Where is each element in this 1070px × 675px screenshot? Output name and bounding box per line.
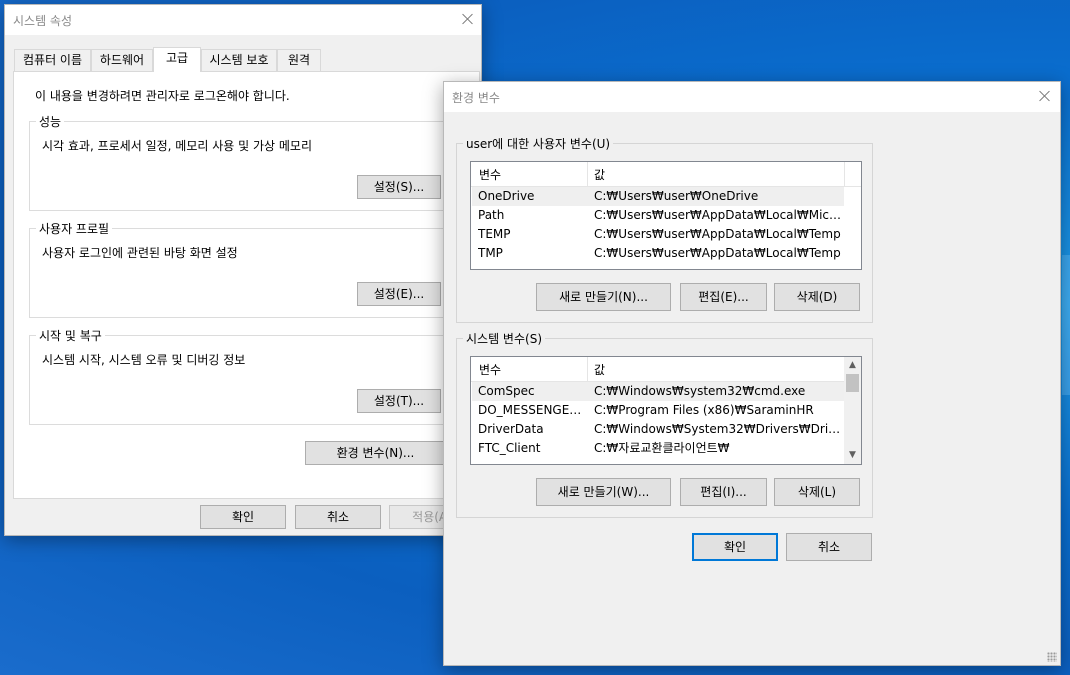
list-item[interactable]: DO_MESSENGER_... C:₩Program Files (x86)₩… xyxy=(472,401,844,420)
list-item[interactable]: DriverData C:₩Windows₩System32₩Drivers₩D… xyxy=(472,420,844,439)
startup-recovery-desc: 시스템 시작, 시스템 오류 및 디버깅 정보 xyxy=(42,353,246,367)
close-icon[interactable] xyxy=(1032,84,1058,110)
titlebar: 시스템 속성 xyxy=(5,5,481,35)
variable-name: Path xyxy=(478,208,505,222)
variable-name: DriverData xyxy=(478,422,544,436)
tab-system-protection[interactable]: 시스템 보호 xyxy=(201,49,277,71)
resize-grip-icon[interactable] xyxy=(1047,652,1057,662)
titlebar: 환경 변수 xyxy=(444,82,1060,112)
user-delete-button[interactable]: 삭제(D) xyxy=(774,283,860,311)
user-profiles-label: 사용자 프로필 xyxy=(36,220,113,237)
window-title: 환경 변수 xyxy=(452,91,500,105)
performance-desc: 시각 효과, 프로세서 일정, 메모리 사용 및 가상 메모리 xyxy=(42,139,312,153)
system-variables-group: 시스템 변수(S) 변수 값 ComSpec C:₩Windows₩system… xyxy=(456,330,873,518)
vertical-scrollbar[interactable]: ▲ ▼ xyxy=(844,357,861,464)
variable-value: C:₩Windows₩System32₩Drivers₩DriverData xyxy=(594,422,844,436)
tab-computer-name[interactable]: 컴퓨터 이름 xyxy=(14,49,91,71)
variable-name: TMP xyxy=(478,246,503,260)
list-item[interactable]: TEMP C:₩Users₩user₩AppData₩Local₩Temp xyxy=(472,225,844,244)
column-header-value[interactable]: 값 xyxy=(594,361,605,378)
cancel-button[interactable]: 취소 xyxy=(786,533,872,561)
column-header-value[interactable]: 값 xyxy=(594,166,605,183)
close-icon[interactable] xyxy=(455,7,481,33)
variable-name: DO_MESSENGER_... xyxy=(478,403,586,417)
list-item[interactable]: TMP C:₩Users₩user₩AppData₩Local₩Temp xyxy=(472,244,844,263)
system-properties-window: 시스템 속성 컴퓨터 이름 하드웨어 고급 시스템 보호 원격 이 내용을 변경… xyxy=(4,4,482,536)
user-edit-button[interactable]: 편집(E)... xyxy=(680,283,767,311)
ok-button[interactable]: 확인 xyxy=(692,533,778,561)
system-new-button[interactable]: 새로 만들기(W)... xyxy=(536,478,671,506)
tab-hardware[interactable]: 하드웨어 xyxy=(91,49,153,71)
variable-value: C:₩Program Files (x86)₩SaraminHR xyxy=(594,403,814,417)
list-item[interactable]: Path C:₩Users₩user₩AppData₩Local₩Microso… xyxy=(472,206,844,225)
list-item[interactable]: OneDrive C:₩Users₩user₩OneDrive xyxy=(472,187,844,206)
system-variables-list[interactable]: 변수 값 ComSpec C:₩Windows₩system32₩cmd.exe… xyxy=(470,356,862,465)
startup-recovery-label: 시작 및 복구 xyxy=(36,327,105,344)
system-delete-button[interactable]: 삭제(L) xyxy=(774,478,860,506)
environment-variables-window: 환경 변수 user에 대한 사용자 변수(U) 변수 값 OneDrive C… xyxy=(443,81,1061,666)
variable-value: C:₩Users₩user₩OneDrive xyxy=(594,189,759,203)
variable-name: ComSpec xyxy=(478,384,535,398)
user-variables-list[interactable]: 변수 값 OneDrive C:₩Users₩user₩OneDrive Pat… xyxy=(470,161,862,270)
performance-label: 성능 xyxy=(36,113,65,130)
tab-advanced[interactable]: 고급 xyxy=(153,47,201,72)
startup-recovery-group: 시작 및 복구 시스템 시작, 시스템 오류 및 디버깅 정보 설정(T)... xyxy=(29,327,455,425)
user-variables-label: user에 대한 사용자 변수(U) xyxy=(463,135,614,152)
tab-remote[interactable]: 원격 xyxy=(277,49,321,71)
performance-group: 성능 시각 효과, 프로세서 일정, 메모리 사용 및 가상 메모리 설정(S)… xyxy=(29,113,455,211)
window-title: 시스템 속성 xyxy=(13,14,73,28)
user-variables-group: user에 대한 사용자 변수(U) 변수 값 OneDrive C:₩User… xyxy=(456,135,873,323)
variable-name: OneDrive xyxy=(478,189,535,203)
list-header: 변수 값 xyxy=(471,357,861,382)
variable-value: C:₩Users₩user₩AppData₩Local₩Microsoft... xyxy=(594,208,844,222)
cancel-button[interactable]: 취소 xyxy=(295,505,381,529)
variable-value: C:₩자료교환클라이언트₩ xyxy=(594,441,730,455)
admin-note: 이 내용을 변경하려면 관리자로 로그온해야 합니다. xyxy=(35,89,290,103)
user-profiles-settings-button[interactable]: 설정(E)... xyxy=(357,282,441,306)
user-profiles-group: 사용자 프로필 사용자 로그인에 관련된 바탕 화면 설정 설정(E)... xyxy=(29,220,455,318)
variable-value: C:₩Users₩user₩AppData₩Local₩Temp xyxy=(594,246,841,260)
variable-name: TEMP xyxy=(478,227,511,241)
column-divider[interactable] xyxy=(587,357,588,381)
column-divider[interactable] xyxy=(587,162,588,186)
column-header-variable[interactable]: 변수 xyxy=(479,166,501,183)
scroll-up-arrow-icon[interactable]: ▲ xyxy=(844,357,861,374)
variable-name: FTC_Client xyxy=(478,441,541,455)
list-header: 변수 값 xyxy=(471,162,861,187)
desktop-light-streak xyxy=(1062,255,1070,395)
user-new-button[interactable]: 새로 만들기(N)... xyxy=(536,283,671,311)
scrollbar-thumb[interactable] xyxy=(846,374,859,392)
system-variables-label: 시스템 변수(S) xyxy=(463,330,545,347)
startup-recovery-settings-button[interactable]: 설정(T)... xyxy=(357,389,441,413)
scroll-down-arrow-icon[interactable]: ▼ xyxy=(844,447,861,464)
list-item[interactable]: ComSpec C:₩Windows₩system32₩cmd.exe xyxy=(472,382,844,401)
variable-value: C:₩Users₩user₩AppData₩Local₩Temp xyxy=(594,227,841,241)
user-profiles-desc: 사용자 로그인에 관련된 바탕 화면 설정 xyxy=(42,246,238,260)
variable-value: C:₩Windows₩system32₩cmd.exe xyxy=(594,384,806,398)
performance-settings-button[interactable]: 설정(S)... xyxy=(357,175,441,199)
system-edit-button[interactable]: 편집(I)... xyxy=(680,478,767,506)
ok-button[interactable]: 확인 xyxy=(200,505,286,529)
list-item[interactable]: FTC_Client C:₩자료교환클라이언트₩ xyxy=(472,439,844,458)
advanced-tab-panel: 이 내용을 변경하려면 관리자로 로그온해야 합니다. 성능 시각 효과, 프로… xyxy=(13,71,480,499)
column-divider[interactable] xyxy=(844,162,845,186)
environment-variables-button[interactable]: 환경 변수(N)... xyxy=(305,441,446,465)
column-header-variable[interactable]: 변수 xyxy=(479,361,501,378)
